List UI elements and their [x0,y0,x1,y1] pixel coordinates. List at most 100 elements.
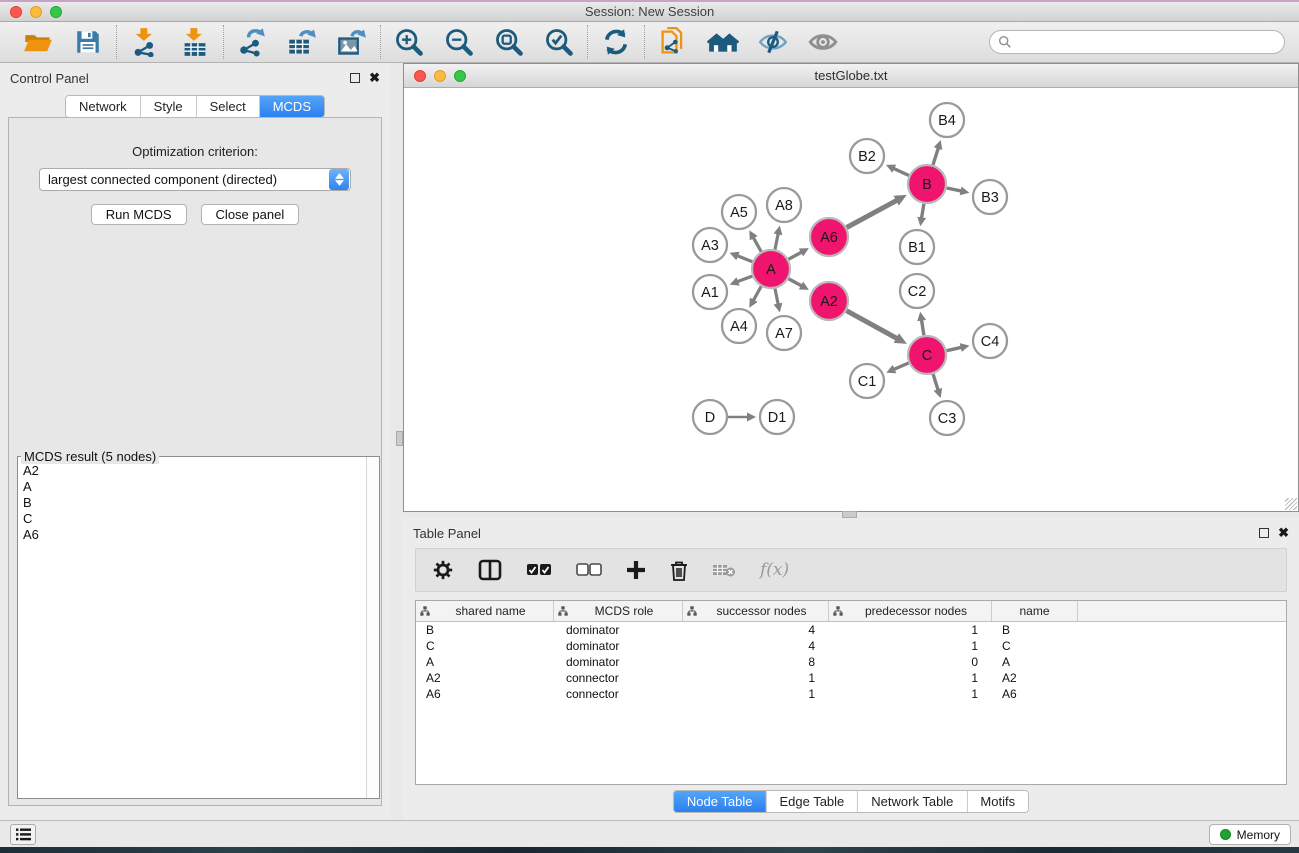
node-label: B2 [858,149,876,165]
export-network-button[interactable] [236,26,268,58]
zoom-out-button[interactable] [443,26,475,58]
table-cell: A6 [992,687,1078,701]
node-label: B4 [938,113,956,129]
graph-edge[interactable] [847,311,898,339]
hide-panels-button[interactable] [757,26,789,58]
mcds-result-box: MCDS result (5 nodes) A2ABCA6 [17,456,380,799]
zoom-in-button[interactable] [393,26,425,58]
tab-edge-table[interactable]: Edge Table [765,791,857,812]
column-type-icon [833,606,843,616]
zoom-fit-button[interactable] [493,26,525,58]
graph-edge[interactable] [894,363,909,370]
tab-network-table[interactable]: Network Table [857,791,966,812]
mcds-result-item[interactable]: A [23,479,361,495]
column-header[interactable]: successor nodes [683,601,829,621]
tab-motifs[interactable]: Motifs [966,791,1028,812]
mcds-result-item[interactable]: C [23,511,361,527]
graph-edge[interactable] [922,320,924,336]
graph-edge[interactable] [893,168,909,175]
node-label: A3 [701,238,719,254]
mcds-result-item[interactable]: A6 [23,527,361,543]
graph-edge[interactable] [775,289,778,305]
run-mcds-button[interactable]: Run MCDS [91,204,187,225]
close-panel-button[interactable]: Close panel [201,204,300,225]
open-session-button[interactable] [22,26,54,58]
show-panels-button[interactable] [807,26,839,58]
graph-edge[interactable] [947,347,962,350]
new-network-button[interactable] [657,26,689,58]
create-column-button[interactable] [626,560,646,580]
table-row[interactable]: A6connector11A6 [416,686,1286,702]
zoom-in-icon [394,27,424,57]
memory-button[interactable]: Memory [1209,824,1291,845]
graph-edge[interactable] [789,252,802,259]
graph-edge[interactable] [933,374,938,390]
home-button[interactable] [707,26,739,58]
graph-edge[interactable] [933,148,938,165]
tab-style[interactable]: Style [140,96,196,117]
close-table-panel-icon[interactable]: ✖ [1278,528,1289,538]
export-table-icon [287,27,317,57]
import-network-button[interactable] [129,26,161,58]
criterion-dropdown[interactable]: largest connected component (directed) [39,168,351,191]
mcds-result-item[interactable]: A2 [23,463,361,479]
column-header[interactable]: predecessor nodes [829,601,992,621]
graph-edge[interactable] [847,200,898,227]
table-cell: C [992,639,1078,653]
plus-icon [626,560,646,580]
graph-edge[interactable] [753,286,761,300]
result-scrollbar[interactable] [366,457,379,798]
node-table: shared nameMCDS rolesuccessor nodesprede… [415,600,1287,785]
float-panel-icon[interactable] [350,73,360,83]
zoom-selected-button[interactable] [543,26,575,58]
graph-edge[interactable] [922,204,924,219]
close-panel-icon[interactable]: ✖ [369,73,380,83]
refresh-view-button[interactable] [600,26,632,58]
delete-columns-button[interactable] [670,560,688,581]
float-table-panel-icon[interactable] [1259,528,1269,538]
table-panel-title: Table Panel [413,526,481,541]
export-table-button[interactable] [286,26,318,58]
tab-node-table[interactable]: Node Table [674,791,766,812]
network-window-titlebar[interactable]: testGlobe.txt [404,64,1298,88]
table-row[interactable]: Bdominator41B [416,622,1286,638]
export-image-button[interactable] [336,26,368,58]
table-row[interactable]: A2connector11A2 [416,670,1286,686]
deselect-all-columns-button[interactable] [576,563,602,577]
graph-edge[interactable] [737,276,752,282]
column-header[interactable]: shared name [416,601,554,621]
node-label: A [766,262,776,278]
task-history-button[interactable] [10,824,36,845]
import-table-button[interactable] [179,26,211,58]
edge-arrowhead [774,303,783,313]
table-row[interactable]: Adominator80A [416,654,1286,670]
eye-slash-icon [757,27,789,57]
column-header[interactable]: name [992,601,1078,621]
graph-edge[interactable] [753,237,761,251]
column-header[interactable]: MCDS role [554,601,683,621]
table-row[interactable]: Cdominator41C [416,638,1286,654]
mcds-result-item[interactable]: B [23,495,361,511]
save-session-button[interactable] [72,26,104,58]
select-all-columns-button[interactable] [526,563,552,577]
tab-mcds[interactable]: MCDS [259,96,324,117]
control-panel: Control Panel ✖ Network Style Select MCD… [0,63,390,820]
tab-network[interactable]: Network [66,96,140,117]
column-type-icon [558,606,568,616]
tab-select[interactable]: Select [196,96,259,117]
graph-edge[interactable] [947,188,962,191]
table-settings-button[interactable] [432,559,454,581]
graph-edge[interactable] [737,256,752,262]
graph-edge[interactable] [775,233,778,249]
show-column-button[interactable] [478,559,502,581]
search-icon [998,35,1012,49]
vertical-scrollbar-stub[interactable] [396,431,403,446]
graph-edge[interactable] [789,279,802,286]
search-field[interactable] [989,30,1285,54]
resize-grip-icon[interactable] [1285,498,1297,510]
search-input[interactable] [1012,35,1276,49]
node-label: C2 [908,284,927,300]
horizontal-scrollbar-stub[interactable] [842,511,857,518]
network-canvas[interactable]: A5A8A6A3AA1A2A4A7B4B2BB3B1C2CC4C1C3DD1 [404,88,1298,511]
table-cell: 1 [829,687,992,701]
